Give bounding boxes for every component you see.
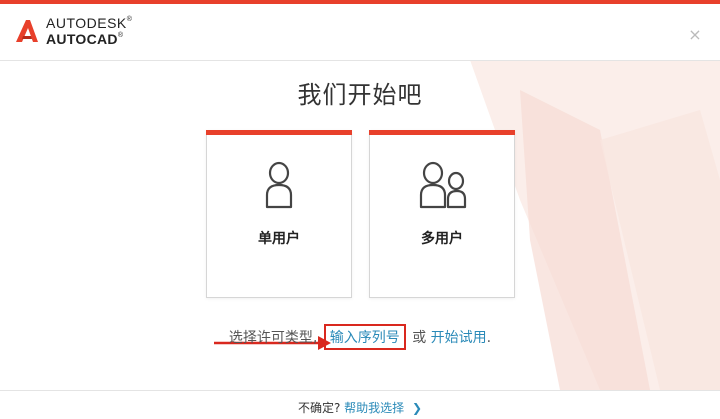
single-user-label: 单用户 (258, 231, 300, 247)
close-icon[interactable]: × (688, 27, 702, 43)
license-prefix: 选择许可类型, (228, 330, 318, 346)
footer-question: 不确定? (297, 401, 341, 415)
header: AUTODESK® AUTOCAD® × (0, 4, 720, 58)
brand: AUTODESK® AUTOCAD® (46, 16, 132, 46)
single-user-icon (265, 161, 293, 209)
chevron-right-icon[interactable]: ❯ (412, 401, 422, 415)
license-type-line: 选择许可类型, 输入序列号 或 开始试用. (0, 324, 720, 350)
help-me-choose-link[interactable]: 帮助我选择 (344, 401, 404, 415)
license-suffix: . (486, 330, 492, 346)
start-trial-link[interactable]: 开始试用 (431, 330, 487, 346)
card-accent-stripe (206, 130, 352, 135)
single-user-card[interactable]: 单用户 (206, 130, 352, 298)
enter-serial-number-link[interactable]: 输入序列号 (323, 324, 406, 350)
license-or: 或 (412, 330, 427, 346)
multi-user-icon (419, 161, 467, 209)
multi-user-card[interactable]: 多用户 (369, 130, 515, 298)
footer: 不确定? 帮助我选择 ❯ (0, 399, 720, 416)
multi-user-label: 多用户 (421, 231, 463, 247)
brand-company: AUTODESK® (46, 15, 133, 31)
header-divider (0, 60, 720, 61)
page-title: 我们开始吧 (297, 81, 423, 109)
card-accent-stripe (369, 130, 515, 135)
brand-product: AUTOCAD® (46, 31, 124, 47)
autodesk-logo-icon (16, 20, 38, 42)
background-decoration (470, 60, 720, 390)
footer-divider (0, 390, 720, 391)
